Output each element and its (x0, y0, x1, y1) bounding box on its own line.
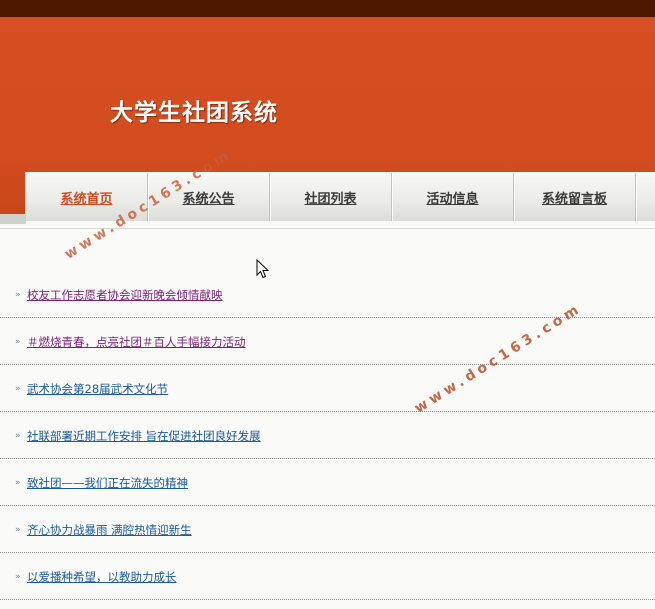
news-link[interactable]: 齐心协力战暴雨 满腔热情迎新生 (27, 522, 192, 538)
bullet-icon: » (15, 431, 20, 441)
news-link[interactable]: ＃燃烧青春，点亮社团＃百人手幅接力活动 (27, 334, 246, 350)
nav-item-message-board[interactable]: 系统留言板 (514, 173, 636, 221)
news-link[interactable]: 校友工作志愿者协会迎新晚会倾情献映 (27, 287, 223, 303)
nav-item-club-list[interactable]: 社团列表 (270, 173, 392, 221)
news-link[interactable]: 致社团——我们正在流失的精神 (27, 475, 188, 491)
bullet-icon: » (15, 290, 20, 300)
news-link[interactable]: 以爱播种希望，以教助力成长 (27, 569, 177, 585)
bullet-icon: » (15, 384, 20, 394)
list-item: » 以爱播种希望，以教助力成长 (0, 554, 655, 600)
nav-shadow (0, 214, 26, 224)
mouse-cursor-icon (256, 259, 270, 279)
list-item: » 致社团——我们正在流失的精神 (0, 460, 655, 506)
news-link[interactable]: 武术协会第28届武术文化节 (27, 381, 168, 397)
bullet-icon: » (15, 572, 20, 582)
top-strip (0, 0, 655, 17)
news-link[interactable]: 社联部署近期工作安排 旨在促进社团良好发展 (27, 428, 261, 444)
list-item: » 齐心协力战暴雨 满腔热情迎新生 (0, 507, 655, 553)
nav-item-activities[interactable]: 活动信息 (392, 173, 514, 221)
list-item: » 武术协会第28届武术文化节 (0, 366, 655, 412)
bullet-icon: » (15, 525, 20, 535)
bullet-icon: » (15, 337, 20, 347)
site-title: 大学生社团系统 (110, 100, 278, 126)
list-item: » 社联部署近期工作安排 旨在促进社团良好发展 (0, 413, 655, 459)
bullet-icon: » (15, 478, 20, 488)
